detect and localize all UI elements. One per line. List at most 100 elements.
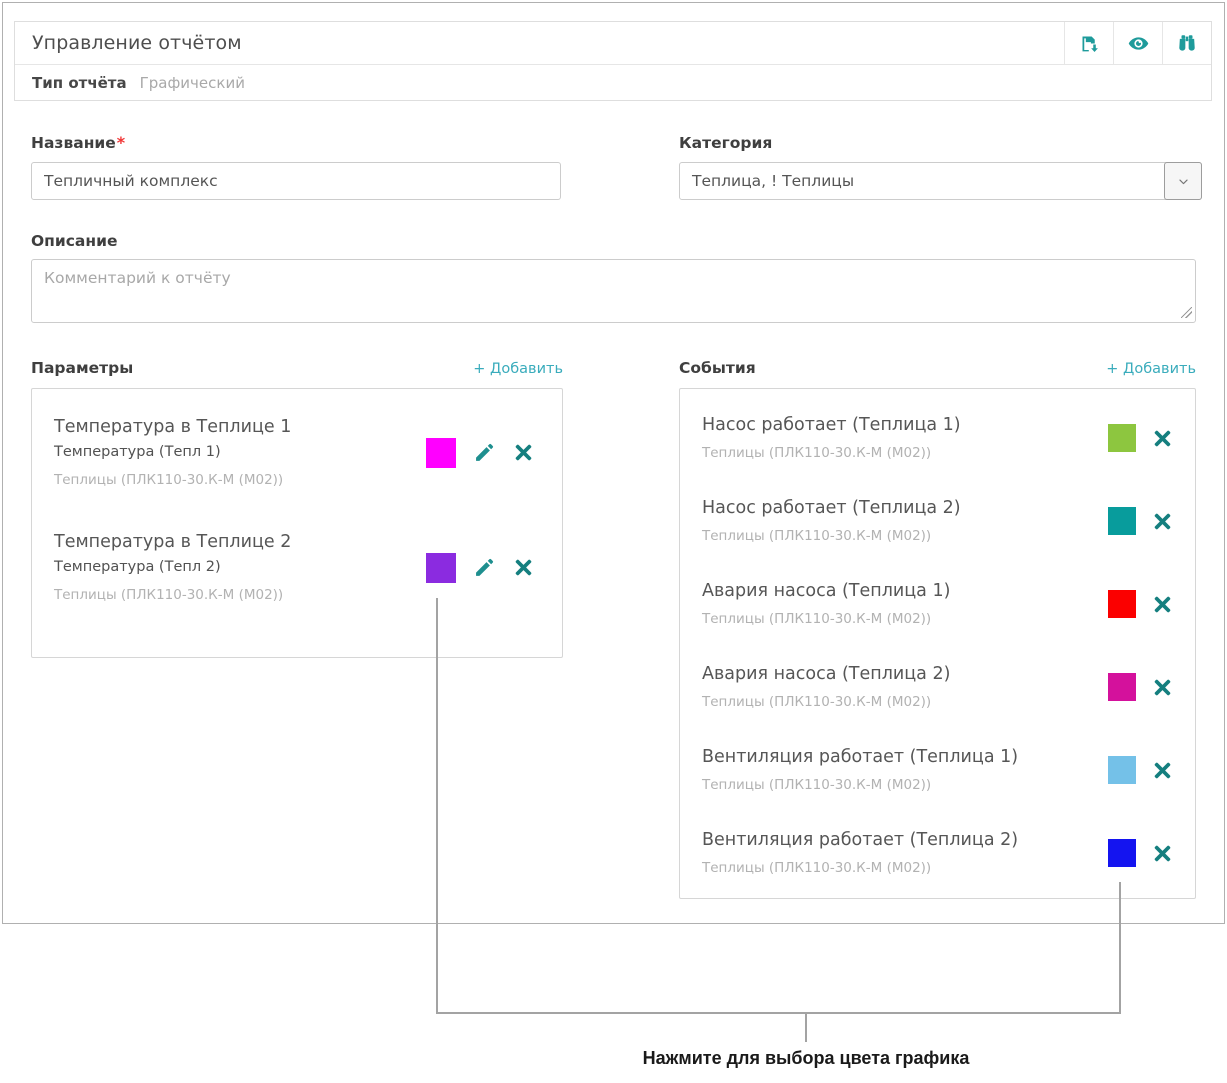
description-field-group: Описание	[31, 231, 1196, 323]
description-label: Описание	[31, 232, 117, 250]
x-icon	[1152, 428, 1173, 449]
event-item: Насос работает (Теплица 2) Теплицы (ПЛК1…	[680, 498, 1195, 544]
event-controls	[1108, 839, 1173, 867]
events-title: События	[679, 359, 756, 377]
parameter-source: Теплицы (ПЛК110-30.К-М (М02))	[54, 472, 291, 488]
parameter-text: Температура в Теплице 1 Температура (Теп…	[54, 417, 291, 488]
save-button[interactable]	[1064, 22, 1113, 64]
parameters-list: Температура в Теплице 1 Температура (Теп…	[31, 388, 563, 658]
event-text: Вентиляция работает (Теплица 1) Теплицы …	[702, 747, 1018, 793]
event-item: Вентиляция работает (Теплица 2) Теплицы …	[680, 830, 1195, 876]
parameter-source: Теплицы (ПЛК110-30.К-М (М02))	[54, 587, 291, 603]
event-item: Вентиляция работает (Теплица 1) Теплицы …	[680, 747, 1195, 793]
color-swatch[interactable]	[426, 553, 456, 583]
x-icon	[1152, 511, 1173, 532]
event-source: Теплицы (ПЛК110-30.К-М (М02))	[702, 860, 1018, 876]
annotation-line-right	[1119, 882, 1121, 1014]
color-swatch[interactable]	[1108, 424, 1136, 452]
parameters-title: Параметры	[31, 359, 133, 377]
event-source: Теплицы (ПЛК110-30.К-М (М02))	[702, 528, 961, 544]
events-section: События + Добавить Насос работает (Тепли…	[679, 359, 1196, 899]
event-name: Насос работает (Теплица 1)	[702, 415, 961, 435]
parameter-subtitle: Температура (Тепл 1)	[54, 444, 291, 460]
category-select[interactable]: Теплица, ! Теплицы	[679, 162, 1202, 200]
delete-event-button[interactable]	[1152, 843, 1173, 864]
name-input[interactable]	[31, 162, 561, 200]
report-type-label: Тип отчёта	[32, 74, 127, 92]
parameter-controls	[426, 438, 534, 468]
event-name: Авария насоса (Теплица 1)	[702, 581, 950, 601]
event-text: Насос работает (Теплица 2) Теплицы (ПЛК1…	[702, 498, 961, 544]
event-source: Теплицы (ПЛК110-30.К-М (М02))	[702, 694, 950, 710]
x-icon	[1152, 843, 1173, 864]
x-icon	[513, 442, 534, 463]
event-name: Авария насоса (Теплица 2)	[702, 664, 950, 684]
eye-icon	[1127, 32, 1150, 55]
color-swatch[interactable]	[1108, 756, 1136, 784]
edit-parameter-button[interactable]	[473, 441, 496, 464]
pencil-icon	[473, 441, 496, 464]
event-text: Авария насоса (Теплица 2) Теплицы (ПЛК11…	[702, 664, 950, 710]
delete-event-button[interactable]	[1152, 428, 1173, 449]
parameter-item: Температура в Теплице 1 Температура (Теп…	[32, 417, 562, 488]
event-source: Теплицы (ПЛК110-30.К-М (М02))	[702, 611, 950, 627]
delete-parameter-button[interactable]	[513, 442, 534, 463]
x-icon	[1152, 760, 1173, 781]
color-swatch[interactable]	[1108, 839, 1136, 867]
description-textarea[interactable]	[31, 259, 1196, 323]
save-icon	[1079, 33, 1100, 54]
category-label: Категория	[679, 134, 772, 152]
edit-parameter-button[interactable]	[473, 556, 496, 579]
name-label: Название	[31, 134, 116, 152]
name-field-group: Название*	[31, 133, 561, 200]
header-title-row: Управление отчётом	[15, 22, 1211, 65]
events-list: Насос работает (Теплица 1) Теплицы (ПЛК1…	[679, 388, 1196, 899]
event-controls	[1108, 507, 1173, 535]
color-swatch[interactable]	[426, 438, 456, 468]
report-type-value: Графический	[140, 74, 245, 92]
color-swatch[interactable]	[1108, 673, 1136, 701]
delete-event-button[interactable]	[1152, 677, 1173, 698]
annotation-line-tick	[805, 1012, 807, 1042]
event-item: Авария насоса (Теплица 1) Теплицы (ПЛК11…	[680, 581, 1195, 627]
event-item: Авария насоса (Теплица 2) Теплицы (ПЛК11…	[680, 664, 1195, 710]
header: Управление отчётом	[14, 21, 1212, 101]
report-management-card: Управление отчётом	[2, 2, 1225, 924]
add-event-link[interactable]: + Добавить	[1106, 361, 1196, 377]
parameter-subtitle: Температура (Тепл 2)	[54, 559, 291, 575]
annotation-text: Нажмите для выбора цвета графика	[436, 1048, 1176, 1069]
event-item: Насос работает (Теплица 1) Теплицы (ПЛК1…	[680, 415, 1195, 461]
header-actions	[1064, 22, 1211, 64]
annotation-line-left	[436, 598, 438, 1014]
annotation-line-horizontal	[436, 1012, 1121, 1014]
x-icon	[513, 557, 534, 578]
color-swatch[interactable]	[1108, 590, 1136, 618]
pencil-icon	[473, 556, 496, 579]
search-button[interactable]	[1162, 22, 1211, 64]
parameter-name: Температура в Теплице 2	[54, 532, 291, 552]
event-source: Теплицы (ПЛК110-30.К-М (М02))	[702, 445, 961, 461]
chevron-down-icon	[1175, 173, 1192, 190]
delete-parameter-button[interactable]	[513, 557, 534, 578]
delete-event-button[interactable]	[1152, 760, 1173, 781]
add-parameter-link[interactable]: + Добавить	[473, 361, 563, 377]
required-asterisk: *	[117, 133, 125, 152]
report-type-row: Тип отчёта Графический	[15, 65, 1211, 100]
event-text: Вентиляция работает (Теплица 2) Теплицы …	[702, 830, 1018, 876]
preview-button[interactable]	[1113, 22, 1162, 64]
delete-event-button[interactable]	[1152, 511, 1173, 532]
parameters-section: Параметры + Добавить Температура в Тепли…	[31, 359, 563, 658]
category-dropdown-button[interactable]	[1164, 162, 1202, 200]
event-text: Насос работает (Теплица 1) Теплицы (ПЛК1…	[702, 415, 961, 461]
color-swatch[interactable]	[1108, 507, 1136, 535]
event-name: Насос работает (Теплица 2)	[702, 498, 961, 518]
delete-event-button[interactable]	[1152, 594, 1173, 615]
parameter-item: Температура в Теплице 2 Температура (Теп…	[32, 532, 562, 603]
event-controls	[1108, 590, 1173, 618]
x-icon	[1152, 677, 1173, 698]
x-icon	[1152, 594, 1173, 615]
event-name: Вентиляция работает (Теплица 2)	[702, 830, 1018, 850]
event-controls	[1108, 424, 1173, 452]
page-title: Управление отчётом	[32, 32, 242, 54]
binoculars-icon	[1176, 32, 1198, 54]
